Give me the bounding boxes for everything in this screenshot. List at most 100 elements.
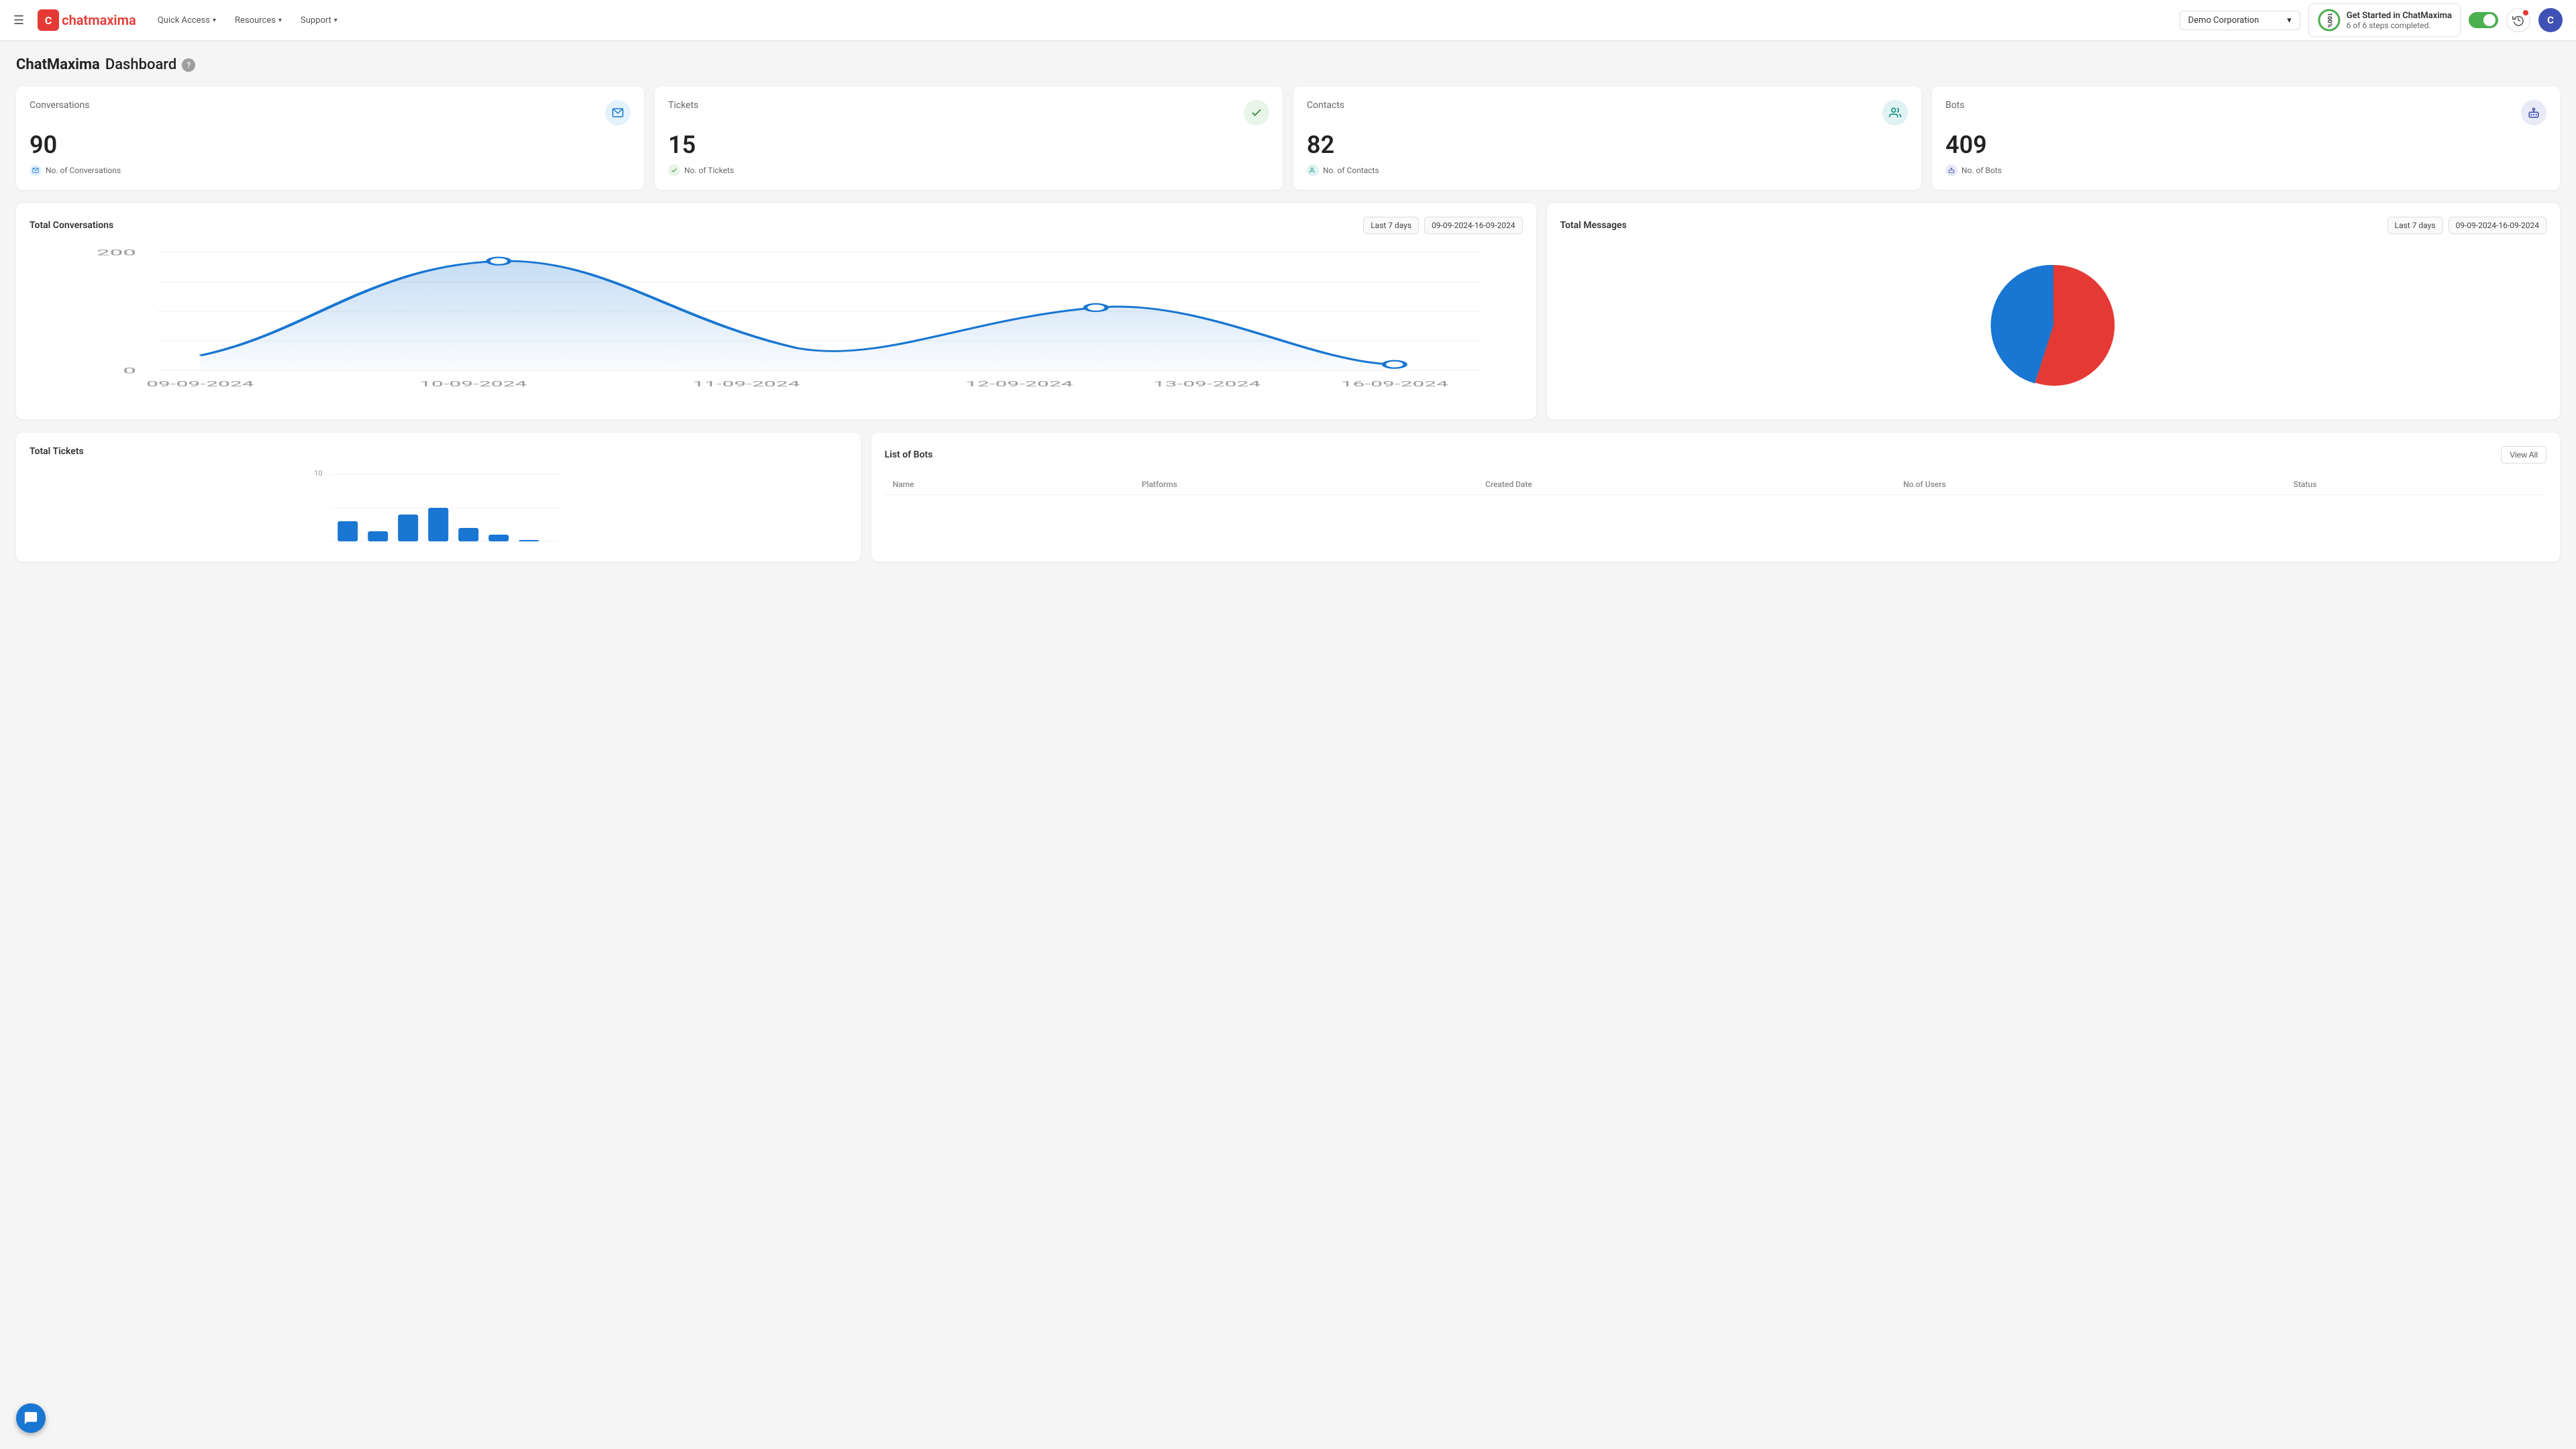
- stat-bots-footer-label: No. of Bots: [1962, 166, 2002, 175]
- stat-contacts-number: 82: [1307, 131, 1908, 159]
- stat-bots-footer-icon: [1945, 164, 1957, 176]
- stat-card-bots-header: Bots: [1945, 100, 2546, 125]
- nav-resources[interactable]: Resources ▾: [227, 11, 290, 30]
- svg-text:11-09-2024: 11-09-2024: [692, 380, 800, 388]
- get-started-text: Get Started in ChatMaxima 6 of 6 steps c…: [2347, 11, 2452, 30]
- stat-tickets-label: Tickets: [668, 100, 698, 111]
- org-selector[interactable]: Demo Corporation ▾: [2180, 11, 2300, 30]
- header-right: Demo Corporation ▾ 100% Get Started in C…: [2180, 3, 2563, 37]
- stat-conversations-footer-label: No. of Conversations: [46, 166, 121, 175]
- stat-bots-number: 409: [1945, 131, 2546, 159]
- col-no-of-users: No.of Users: [1895, 474, 2286, 495]
- total-conversations-date-range[interactable]: 09-09-2024-16-09-2024: [1424, 217, 1523, 234]
- page-title-rest: Dashboard: [105, 56, 176, 73]
- total-messages-header: Total Messages Last 7 days 09-09-2024-16…: [1560, 217, 2546, 234]
- logo[interactable]: C chatmaxima: [38, 9, 136, 31]
- stat-card-contacts-header: Contacts: [1307, 100, 1908, 125]
- stat-card-tickets: Tickets 15 No. of Tickets: [655, 87, 1283, 190]
- stat-bots-icon: [2521, 100, 2546, 125]
- header-left: ☰ C chatmaxima Quick Access ▾ Resources …: [13, 9, 2180, 31]
- pie-chart-svg: [1980, 252, 2127, 399]
- toggle-button[interactable]: [2469, 12, 2498, 28]
- get-started-title: Get Started in ChatMaxima: [2347, 11, 2452, 21]
- bottom-row: Total Tickets 10: [16, 433, 2560, 561]
- stat-tickets-number: 15: [668, 131, 1269, 159]
- stat-tickets-icon: [1244, 100, 1269, 125]
- list-of-bots-title: List of Bots: [885, 449, 933, 460]
- col-name: Name: [885, 474, 1134, 495]
- nav-support[interactable]: Support ▾: [292, 11, 345, 30]
- toggle-knob: [2483, 14, 2496, 26]
- chat-widget[interactable]: [16, 1403, 46, 1433]
- stat-card-tickets-header: Tickets: [668, 100, 1269, 125]
- nav-resources-chevron: ▾: [278, 17, 282, 24]
- col-platforms: Platforms: [1134, 474, 1477, 495]
- total-conversations-title: Total Conversations: [30, 220, 113, 231]
- total-conversations-chart: 200 0: [30, 245, 1523, 392]
- stat-bots-label: Bots: [1945, 100, 1965, 111]
- logo-icon: C: [38, 9, 59, 31]
- history-button[interactable]: [2506, 8, 2530, 32]
- org-chevron-icon: ▾: [2287, 15, 2292, 25]
- nav-quick-access-chevron: ▾: [213, 17, 216, 24]
- bots-table: Name Platforms Created Date No.of Users …: [885, 474, 2546, 495]
- line-chart-svg: 200 0: [30, 245, 1523, 392]
- svg-text:12-09-2024: 12-09-2024: [965, 380, 1073, 388]
- stat-bots-footer: No. of Bots: [1945, 164, 2546, 176]
- total-tickets-header: Total Tickets: [30, 446, 847, 457]
- total-conversations-controls: Last 7 days 09-09-2024-16-09-2024: [1363, 217, 1522, 234]
- total-messages-filter[interactable]: Last 7 days: [2387, 217, 2443, 234]
- avatar[interactable]: C: [2538, 8, 2563, 32]
- svg-text:200: 200: [97, 248, 136, 258]
- bots-table-header-row: Name Platforms Created Date No.of Users …: [885, 474, 2546, 495]
- stat-tickets-footer: No. of Tickets: [668, 164, 1269, 176]
- stat-card-conversations: Conversations 90 No. of Conversations: [16, 87, 644, 190]
- svg-text:10: 10: [314, 469, 322, 478]
- total-messages-title: Total Messages: [1560, 220, 1627, 231]
- logo-text-suffix: maxima: [88, 12, 136, 28]
- col-status: Status: [2286, 474, 2546, 495]
- hamburger-button[interactable]: ☰: [13, 13, 24, 28]
- get-started-sub: 6 of 6 steps completed.: [2347, 21, 2452, 30]
- svg-text:13-09-2024: 13-09-2024: [1153, 380, 1260, 388]
- stat-tickets-footer-label: No. of Tickets: [684, 166, 734, 175]
- history-icon: [2512, 14, 2524, 26]
- stat-card-bots: Bots 409 No. of Bots: [1932, 87, 2560, 190]
- stat-conversations-footer: No. of Conversations: [30, 164, 631, 176]
- stat-contacts-footer-icon: [1307, 164, 1319, 176]
- help-icon[interactable]: ?: [182, 58, 195, 72]
- stat-contacts-label: Contacts: [1307, 100, 1344, 111]
- get-started-box[interactable]: 100% Get Started in ChatMaxima 6 of 6 st…: [2308, 3, 2461, 37]
- svg-text:16-09-2024: 16-09-2024: [1341, 380, 1448, 388]
- list-of-bots-header: List of Bots View All: [885, 446, 2546, 464]
- total-conversations-filter[interactable]: Last 7 days: [1363, 217, 1419, 234]
- total-conversations-header: Total Conversations Last 7 days 09-09-20…: [30, 217, 1523, 234]
- nav-resources-label: Resources: [235, 15, 276, 25]
- charts-row: Total Conversations Last 7 days 09-09-20…: [16, 203, 2560, 419]
- main-content: ChatMaxima Dashboard ? Conversations 90 …: [0, 40, 2576, 1449]
- svg-text:10-09-2024: 10-09-2024: [419, 380, 527, 388]
- total-messages-controls: Last 7 days 09-09-2024-16-09-2024: [2387, 217, 2546, 234]
- nav-quick-access[interactable]: Quick Access ▾: [150, 11, 224, 30]
- total-conversations-card: Total Conversations Last 7 days 09-09-20…: [16, 203, 1536, 419]
- progress-pct: 100%: [2326, 13, 2332, 28]
- col-created-date: Created Date: [1477, 474, 1895, 495]
- svg-text:09-09-2024: 09-09-2024: [146, 380, 254, 388]
- stat-contacts-icon: [1882, 100, 1908, 125]
- stat-conversations-footer-icon: [30, 164, 42, 176]
- total-messages-date-range[interactable]: 09-09-2024-16-09-2024: [2449, 217, 2547, 234]
- view-all-button[interactable]: View All: [2501, 446, 2546, 464]
- stat-card-contacts: Contacts 82 No. of Contacts: [1293, 87, 1921, 190]
- total-messages-card: Total Messages Last 7 days 09-09-2024-16…: [1547, 203, 2560, 419]
- logo-text-prefix: chat: [62, 12, 88, 28]
- logo-text: chatmaxima: [62, 12, 136, 28]
- org-name: Demo Corporation: [2188, 15, 2259, 25]
- page-title-bold: ChatMaxima: [16, 56, 100, 73]
- bar-chart-svg: 10: [30, 468, 847, 548]
- total-tickets-card: Total Tickets 10: [16, 433, 861, 561]
- nav-menu: Quick Access ▾ Resources ▾ Support ▾: [150, 11, 345, 30]
- stats-row: Conversations 90 No. of Conversations Ti…: [16, 87, 2560, 190]
- nav-support-chevron: ▾: [334, 17, 337, 24]
- page-title: ChatMaxima Dashboard ?: [16, 56, 2560, 73]
- stat-conversations-icon: [605, 100, 631, 125]
